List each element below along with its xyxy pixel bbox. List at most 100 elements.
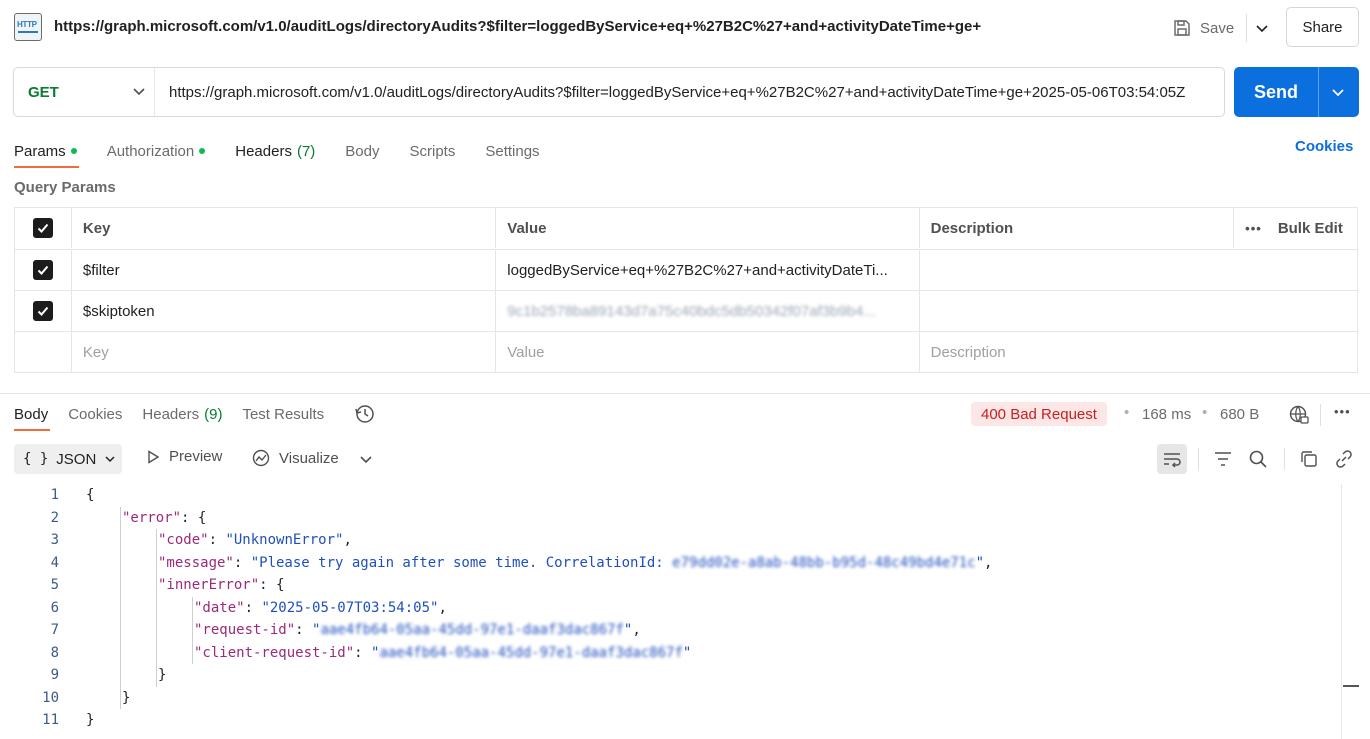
json-string: "UnknownError": [225, 532, 344, 548]
history-icon[interactable]: [354, 403, 376, 425]
param-value[interactable]: loggedByService+eq+%27B2C%27+and+activit…: [495, 250, 918, 290]
code-text: }: [86, 709, 94, 732]
code-line: 8 "client-request-id": "aae4fb64-05aa-45d…: [0, 642, 1340, 665]
line-number: 1: [50, 487, 59, 503]
preview-button[interactable]: Preview: [145, 448, 222, 465]
param-key[interactable]: $filter: [70, 250, 495, 290]
save-options-button[interactable]: [1246, 14, 1276, 42]
response-size[interactable]: 680 B: [1220, 406, 1259, 423]
http-request-icon: HTTP: [14, 13, 42, 41]
request-title[interactable]: https://graph.microsoft.com/v1.0/auditLo…: [54, 18, 981, 35]
bulk-edit-button[interactable]: Bulk Edit: [1278, 220, 1343, 237]
row-checkbox[interactable]: [15, 250, 71, 290]
json-key: "message": [158, 554, 234, 571]
chevron-down-icon[interactable]: [359, 452, 373, 466]
network-globe-icon[interactable]: [1288, 404, 1310, 426]
json-punct: }: [86, 712, 95, 728]
new-key-input[interactable]: Key: [70, 332, 495, 372]
auth-indicator-dot: [199, 148, 206, 154]
tab-label: Headers: [142, 405, 200, 423]
param-description[interactable]: [918, 291, 1234, 331]
scrollbar-thumb[interactable]: [1343, 685, 1359, 687]
link-button[interactable]: [1333, 448, 1355, 470]
line-number: 10: [42, 689, 59, 706]
tab-body[interactable]: Body: [345, 136, 379, 166]
tab-response-cookies[interactable]: Cookies: [68, 399, 122, 429]
json-punct: }: [158, 667, 167, 683]
link-icon: [1336, 450, 1352, 468]
share-button[interactable]: Share: [1286, 7, 1359, 47]
check-icon: [37, 265, 49, 275]
method-select[interactable]: GET: [14, 68, 154, 116]
url-input[interactable]: https://graph.microsoft.com/v1.0/auditLo…: [169, 84, 1219, 101]
redacted-value: aae4fb64-05aa-45dd-97e1-daaf3dac867f: [379, 644, 683, 661]
cookies-link[interactable]: Cookies: [1295, 138, 1353, 155]
response-time[interactable]: 168 ms: [1142, 406, 1191, 423]
scrollbar-track[interactable]: [1341, 484, 1342, 739]
line-number: 8: [50, 644, 59, 661]
line-number: 3: [50, 532, 59, 548]
json-punct: :: [233, 554, 251, 571]
indent-guide: [120, 506, 121, 709]
table-header-row: Key Value Description ••• Bulk Edit: [15, 208, 1357, 249]
code-text: }: [158, 664, 166, 687]
code-line: 3 "code": "UnknownError",: [0, 529, 1340, 552]
new-value-input[interactable]: Value: [495, 332, 918, 372]
tab-test-results[interactable]: Test Results: [242, 399, 324, 429]
tab-response-headers[interactable]: Headers (9): [142, 399, 222, 429]
tab-headers[interactable]: Headers (7): [235, 136, 315, 166]
more-options-icon[interactable]: •••: [1245, 221, 1262, 236]
code-text: {: [86, 484, 94, 507]
tab-label: Test Results: [242, 405, 325, 423]
param-key[interactable]: $skiptoken: [70, 291, 495, 331]
filter-button[interactable]: [1212, 448, 1234, 470]
json-string: "2025-05-07T03:54:05": [261, 599, 439, 616]
line-number: 5: [50, 577, 59, 593]
format-select[interactable]: { } JSON: [14, 444, 122, 474]
code-line: 6 "date": "2025-05-07T03:54:05",: [0, 597, 1340, 620]
headers-count: (9): [204, 405, 223, 423]
json-punct: ,: [343, 532, 352, 548]
response-tabs: Body Cookies Headers (9) Test Results: [14, 399, 376, 431]
line-number: 11: [42, 712, 59, 728]
save-icon: [1174, 20, 1190, 36]
line-number: 9: [50, 667, 59, 683]
filter-icon: [1215, 452, 1231, 466]
save-button[interactable]: Save: [1172, 14, 1234, 42]
select-all-checkbox[interactable]: [15, 208, 71, 248]
http-icon-label: HTTP: [17, 20, 37, 29]
tab-params[interactable]: Params: [14, 136, 79, 168]
copy-button[interactable]: [1298, 448, 1320, 470]
tab-authorization[interactable]: Authorization: [107, 136, 206, 166]
row-checkbox[interactable]: [15, 291, 71, 331]
code-text: "request-id": "aae4fb64-05aa-45dd-97e1-d…: [194, 619, 641, 642]
tab-scripts[interactable]: Scripts: [410, 136, 456, 166]
table-row: $filter loggedByService+eq+%27B2C%27+and…: [15, 249, 1357, 290]
tab-settings[interactable]: Settings: [485, 136, 539, 166]
wrap-icon: [1164, 453, 1181, 468]
tab-response-body[interactable]: Body: [14, 399, 51, 431]
status-badge[interactable]: 400 Bad Request: [971, 402, 1107, 426]
table-row-empty: Key Value Description: [15, 331, 1357, 372]
code-text: }: [122, 687, 130, 710]
visualize-icon: [252, 449, 270, 467]
send-options-chevron-icon[interactable]: [1330, 84, 1346, 100]
description-column-header: Description: [918, 208, 1234, 248]
new-description-input[interactable]: Description: [918, 332, 1234, 372]
code-line: 9}: [0, 664, 1340, 687]
wrap-lines-button[interactable]: [1157, 444, 1187, 474]
json-key: "client-request-id": [194, 644, 355, 661]
param-description[interactable]: [918, 250, 1234, 290]
response-body-viewer[interactable]: 1{2 "error": {3 "code": "UnknownError", 4 "m…: [0, 484, 1340, 732]
code-line: 11}: [0, 709, 1340, 732]
send-button[interactable]: Send: [1234, 67, 1359, 117]
json-punct: ,: [984, 554, 993, 571]
tab-label: Cookies: [68, 405, 123, 423]
search-button[interactable]: [1247, 448, 1269, 470]
check-icon: [37, 223, 49, 233]
response-divider[interactable]: [0, 393, 1370, 394]
param-value[interactable]: 9c1b2578ba89143d7a75c40bdc5db50342f07af3…: [495, 291, 918, 331]
visualize-button[interactable]: Visualize: [251, 448, 339, 468]
json-key: "date": [194, 599, 245, 616]
more-options-icon[interactable]: •••: [1334, 404, 1351, 419]
